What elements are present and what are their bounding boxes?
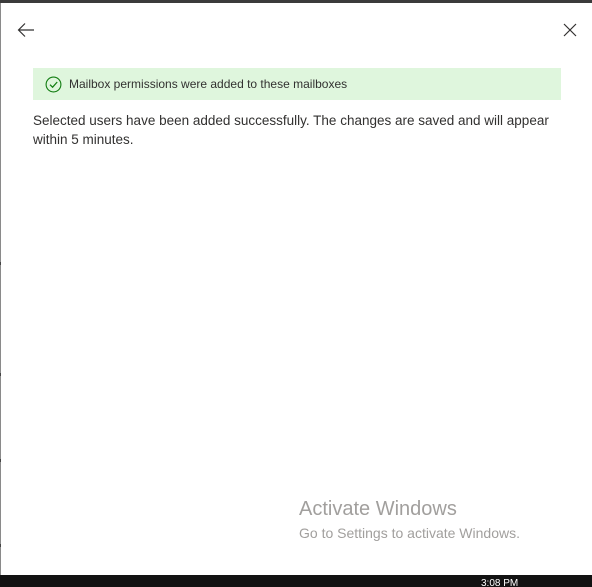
success-message-bar: Mailbox permissions were added to these … bbox=[33, 68, 561, 100]
activation-watermark: Activate Windows Go to Settings to activ… bbox=[299, 496, 520, 543]
confirmation-message: Selected users have been added successfu… bbox=[33, 113, 549, 147]
taskbar-clock[interactable]: 3:08 PM bbox=[481, 579, 518, 587]
watermark-subtitle: Go to Settings to activate Windows. bbox=[299, 525, 520, 541]
success-message-text: Mailbox permissions were added to these … bbox=[69, 77, 348, 91]
back-button[interactable] bbox=[15, 19, 37, 41]
arrow-left-icon bbox=[17, 23, 34, 37]
checkmark-circle-icon bbox=[45, 76, 62, 93]
close-icon bbox=[563, 23, 577, 37]
taskbar: 3:08 PM bbox=[0, 575, 592, 587]
close-button[interactable] bbox=[559, 19, 581, 41]
flyout-panel: Mailbox permissions were added to these … bbox=[1, 3, 592, 575]
watermark-title: Activate Windows bbox=[299, 498, 457, 520]
